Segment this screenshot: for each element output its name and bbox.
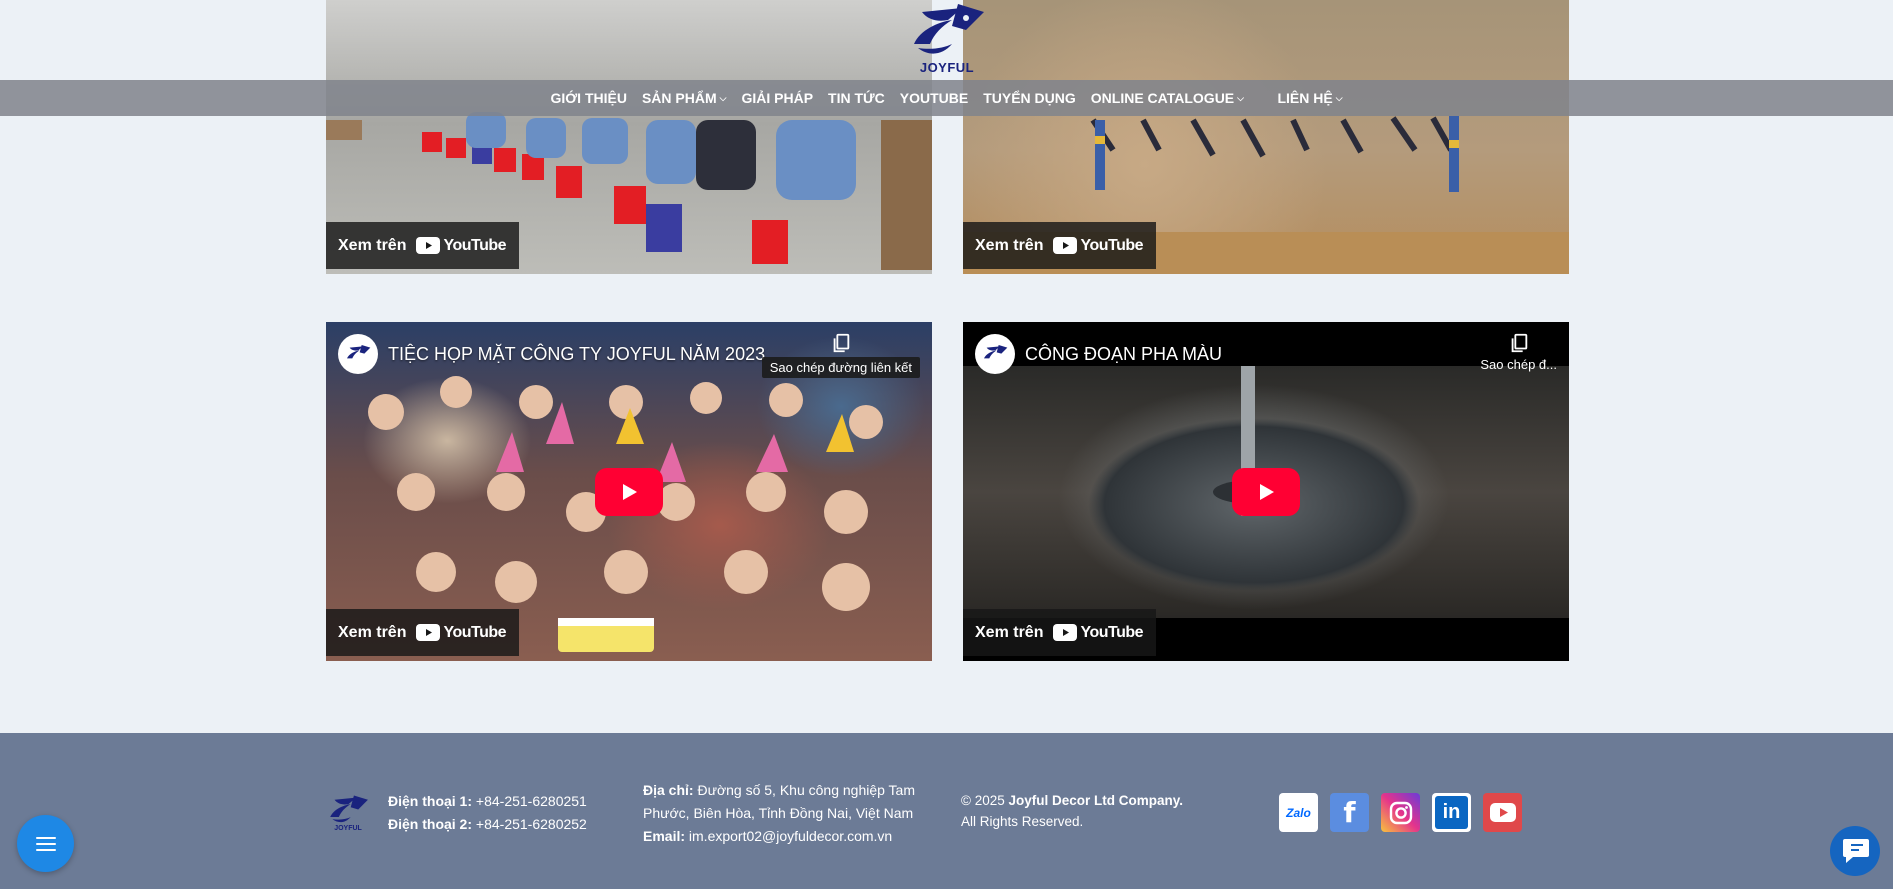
nav-label: SẢN PHẨM bbox=[641, 90, 717, 106]
site-logo[interactable]: JOYFUL bbox=[905, 0, 989, 80]
youtube-glyph bbox=[1489, 803, 1516, 822]
facebook-label: f bbox=[1343, 796, 1356, 829]
watch-label: Xem trên bbox=[975, 236, 1044, 254]
nav-item-tuyen-dung[interactable]: TUYỂN DỤNG bbox=[983, 90, 1076, 106]
social-links: Zalo f in bbox=[1279, 793, 1534, 832]
zalo-icon[interactable]: Zalo bbox=[1279, 793, 1318, 832]
youtube-logo-icon: YouTube bbox=[1053, 623, 1144, 642]
chevron-down-icon: ⌵ bbox=[1237, 92, 1244, 103]
video-title[interactable]: TIỆC HỌP MẶT CÔNG TY JOYFUL NĂM 2023 bbox=[388, 344, 765, 365]
video-embed-company-party[interactable]: TIỆC HỌP MẶT CÔNG TY JOYFUL NĂM 2023 Sao… bbox=[326, 322, 932, 661]
email-line: Email: im.export02@joyfuldecor.com.vn bbox=[643, 825, 915, 848]
channel-avatar[interactable] bbox=[338, 334, 378, 374]
copyright-line: © 2025 Joyful Decor Ltd Company. bbox=[961, 790, 1183, 811]
watch-label: Xem trên bbox=[975, 623, 1044, 641]
watch-label: Xem trên bbox=[338, 236, 407, 254]
joyful-logo-icon bbox=[330, 795, 368, 823]
footer-copyright: © 2025 Joyful Decor Ltd Company. All Rig… bbox=[961, 790, 1183, 832]
logo-text: JOYFUL bbox=[919, 60, 975, 75]
nav-item-tin-tuc[interactable]: TIN TỨC bbox=[828, 90, 885, 106]
hamburger-menu-icon bbox=[35, 836, 56, 851]
floating-chat-button[interactable] bbox=[1830, 826, 1880, 876]
email-label: Email: bbox=[643, 828, 686, 844]
video-embed-top-right[interactable]: Xem trên YouTube bbox=[963, 0, 1569, 274]
video-title[interactable]: CÔNG ĐOẠN PHA MÀU bbox=[1025, 344, 1222, 365]
chevron-down-icon: ⌵ bbox=[1335, 92, 1343, 103]
phone-1-label: Điện thoại 1: bbox=[388, 793, 473, 809]
copyright-year: © 2025 bbox=[961, 793, 1005, 808]
youtube-logo-icon: YouTube bbox=[416, 623, 507, 642]
video-embed-top-left[interactable]: Xem trên YouTube bbox=[326, 0, 932, 274]
copy-link-label: Sao chép đ... bbox=[1480, 357, 1557, 372]
instagram-glyph bbox=[1389, 801, 1412, 824]
video-header: CÔNG ĐOẠN PHA MÀU bbox=[975, 334, 1222, 374]
youtube-logo-text: YouTube bbox=[443, 236, 507, 254]
youtube-logo-text: YouTube bbox=[1080, 236, 1144, 254]
phone-2-value[interactable]: +84-251-6280252 bbox=[476, 816, 587, 832]
email-value[interactable]: im.export02@joyfuldecor.com.vn bbox=[689, 828, 892, 844]
main-navbar: GIỚI THIỆU SẢN PHẨM ⌵ GIẢI PHÁP TIN TỨC Y… bbox=[0, 80, 1893, 116]
footer-phones: Điện thoại 1: +84-251-6280251 Điện thoại… bbox=[388, 790, 587, 836]
video-embed-color-mixing[interactable]: CÔNG ĐOẠN PHA MÀU Sao chép đ... Xem trên… bbox=[963, 322, 1569, 661]
nav-label: GIẢI PHÁP bbox=[741, 90, 814, 106]
floating-menu-button[interactable] bbox=[17, 815, 74, 872]
chat-bubble-icon bbox=[1843, 839, 1869, 863]
copy-link-tooltip: Sao chép đường liên kết bbox=[761, 357, 920, 378]
nav-label: TIN TỨC bbox=[828, 90, 885, 106]
nav-item-online-catalogue[interactable]: ONLINE CATALOGUE ⌵ bbox=[1091, 90, 1244, 106]
watch-on-youtube-button[interactable]: Xem trên YouTube bbox=[963, 222, 1157, 269]
nav-item-giai-phap[interactable]: GIẢI PHÁP bbox=[741, 90, 813, 106]
joyful-logo-icon bbox=[914, 4, 984, 54]
footer-logo[interactable]: JOYFUL bbox=[326, 793, 370, 835]
watch-label: Xem trên bbox=[338, 623, 407, 641]
nav-label: LIÊN HỆ bbox=[1277, 90, 1333, 106]
linkedin-label: in bbox=[1442, 801, 1461, 823]
footer-logo-text: JOYFUL bbox=[334, 825, 362, 832]
footer-address: Địa chỉ: Đường số 5, Khu công nghiệp Tam… bbox=[643, 779, 915, 848]
chevron-down-icon: ⌵ bbox=[719, 92, 727, 103]
linkedin-icon[interactable]: in bbox=[1432, 793, 1471, 832]
site-footer: JOYFUL Điện thoại 1: +84-251-6280251 Điệ… bbox=[0, 733, 1893, 889]
company-name: Joyful Decor Ltd Company. bbox=[1008, 793, 1184, 808]
address-line-1: Địa chỉ: Đường số 5, Khu công nghiệp Tam bbox=[643, 779, 915, 802]
rights-reserved: All Rights Reserved. bbox=[961, 814, 1084, 829]
watch-on-youtube-button[interactable]: Xem trên YouTube bbox=[963, 609, 1157, 656]
phone-2: Điện thoại 2: +84-251-6280252 bbox=[388, 813, 587, 836]
nav-label: GIỚI THIỆU bbox=[550, 90, 627, 106]
watch-on-youtube-button[interactable]: Xem trên YouTube bbox=[326, 609, 520, 656]
nav-item-youtube[interactable]: YOUTUBE bbox=[900, 90, 968, 106]
play-icon bbox=[623, 483, 637, 500]
nav-item-gioi-thieu[interactable]: GIỚI THIỆU bbox=[550, 90, 627, 106]
address-value: Đường số 5, Khu công nghiệp Tam bbox=[697, 782, 916, 798]
zalo-label: Zalo bbox=[1286, 805, 1311, 820]
copy-link-button[interactable]: Sao chép đường liên kết bbox=[761, 332, 920, 378]
play-icon bbox=[1260, 483, 1274, 500]
nav-item-lien-he[interactable]: LIÊN HỆ ⌵ bbox=[1277, 90, 1342, 106]
copy-icon bbox=[833, 333, 850, 353]
address-label: Địa chỉ: bbox=[643, 782, 694, 798]
linkedin-badge: in bbox=[1435, 796, 1468, 829]
youtube-logo-icon: YouTube bbox=[416, 236, 507, 255]
address-line-2: Phước, Biên Hòa, Tỉnh Đồng Nai, Việt Nam bbox=[643, 805, 914, 821]
youtube-icon[interactable] bbox=[1483, 793, 1522, 832]
play-button[interactable] bbox=[1232, 467, 1300, 516]
youtube-logo-text: YouTube bbox=[443, 623, 507, 641]
nav-label: TUYỂN DỤNG bbox=[983, 90, 1076, 106]
instagram-icon[interactable] bbox=[1381, 793, 1420, 832]
youtube-logo-icon: YouTube bbox=[1053, 236, 1144, 255]
nav-label: ONLINE CATALOGUE bbox=[1090, 90, 1235, 106]
phone-1-value[interactable]: +84-251-6280251 bbox=[476, 793, 587, 809]
copy-link-button[interactable]: Sao chép đ... bbox=[1480, 332, 1557, 372]
channel-avatar[interactable] bbox=[975, 334, 1015, 374]
copy-icon bbox=[1511, 333, 1527, 353]
play-button[interactable] bbox=[595, 467, 663, 516]
video-header: TIỆC HỌP MẶT CÔNG TY JOYFUL NĂM 2023 bbox=[338, 334, 765, 374]
watch-on-youtube-button[interactable]: Xem trên YouTube bbox=[326, 222, 520, 269]
youtube-logo-text: YouTube bbox=[1080, 623, 1144, 641]
nav-label: YOUTUBE bbox=[899, 90, 969, 106]
phone-2-label: Điện thoại 2: bbox=[388, 816, 473, 832]
nav-item-san-pham[interactable]: SẢN PHẨM ⌵ bbox=[642, 90, 727, 106]
facebook-icon[interactable]: f bbox=[1330, 793, 1369, 832]
phone-1: Điện thoại 1: +84-251-6280251 bbox=[388, 790, 587, 813]
